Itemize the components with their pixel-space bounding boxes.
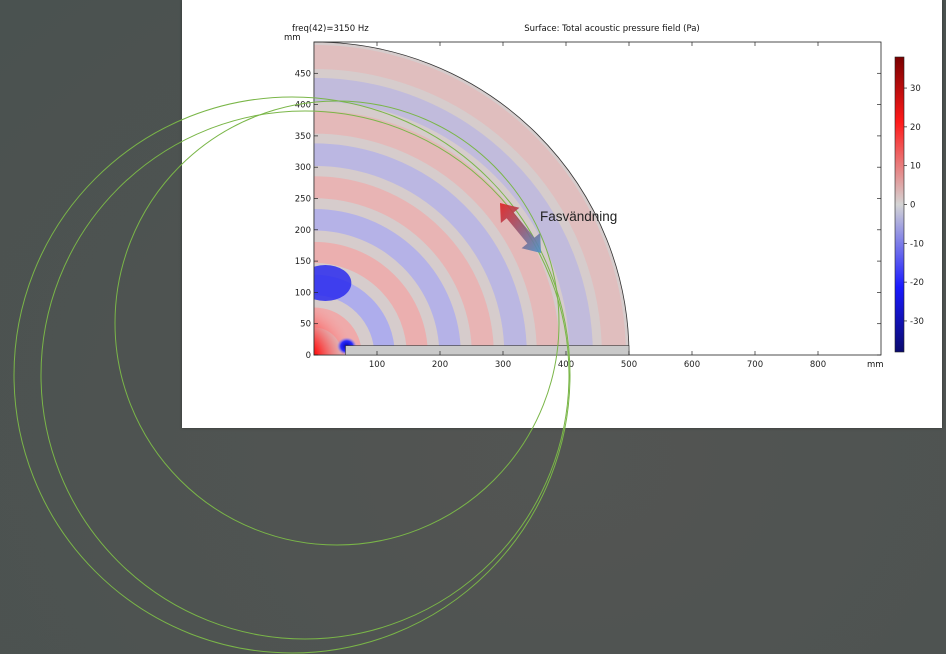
y-tick-label: 250: [295, 195, 311, 205]
plot-title: Surface: Total acoustic pressure field (…: [524, 24, 700, 34]
x-tick-label: 200: [432, 360, 448, 370]
colorbar-tick-label: 20: [910, 123, 921, 133]
baffle-plate: [345, 345, 630, 356]
y-tick-label: 300: [295, 163, 311, 173]
pressure-field-surface: [314, 42, 629, 355]
y-tick-label: 50: [300, 320, 311, 330]
colorbar-ticks: 30 20 10 0 -10 -20 -30: [904, 84, 924, 327]
y-tick-label: 100: [295, 288, 311, 298]
colorbar-tick-label: 30: [910, 84, 921, 94]
colorbar-tick-label: -20: [910, 278, 924, 288]
x-axis-unit: mm: [867, 360, 884, 370]
colorbar-tick-label: -10: [910, 239, 924, 249]
x-tick-label: 300: [495, 360, 511, 370]
x-tick-label: 800: [810, 360, 826, 370]
y-axis-unit: mm: [284, 33, 301, 43]
x-tick-label: 500: [621, 360, 637, 370]
y-tick-label: 350: [295, 132, 311, 142]
colorbar-tick-label: -30: [910, 317, 924, 327]
colorbar: [894, 56, 905, 353]
frequency-label: freq(42)=3150 Hz: [292, 24, 369, 34]
y-tick-label: 0: [306, 351, 311, 361]
plot-figure: freq(42)=3150 Hz Surface: Total acoustic…: [284, 24, 924, 370]
y-tick-label: 400: [295, 101, 311, 111]
y-tick-label: 150: [295, 257, 311, 267]
colorbar-tick-label: 10: [910, 162, 921, 172]
x-tick-label: 600: [684, 360, 700, 370]
x-tick-label: 700: [747, 360, 763, 370]
x-tick-label: 400: [558, 360, 574, 370]
plot-panel: freq(42)=3150 Hz Surface: Total acoustic…: [182, 0, 942, 428]
colorbar-tick-label: 0: [910, 201, 915, 211]
y-tick-label: 450: [295, 69, 311, 79]
x-tick-label: 100: [369, 360, 385, 370]
y-tick-label: 200: [295, 226, 311, 236]
